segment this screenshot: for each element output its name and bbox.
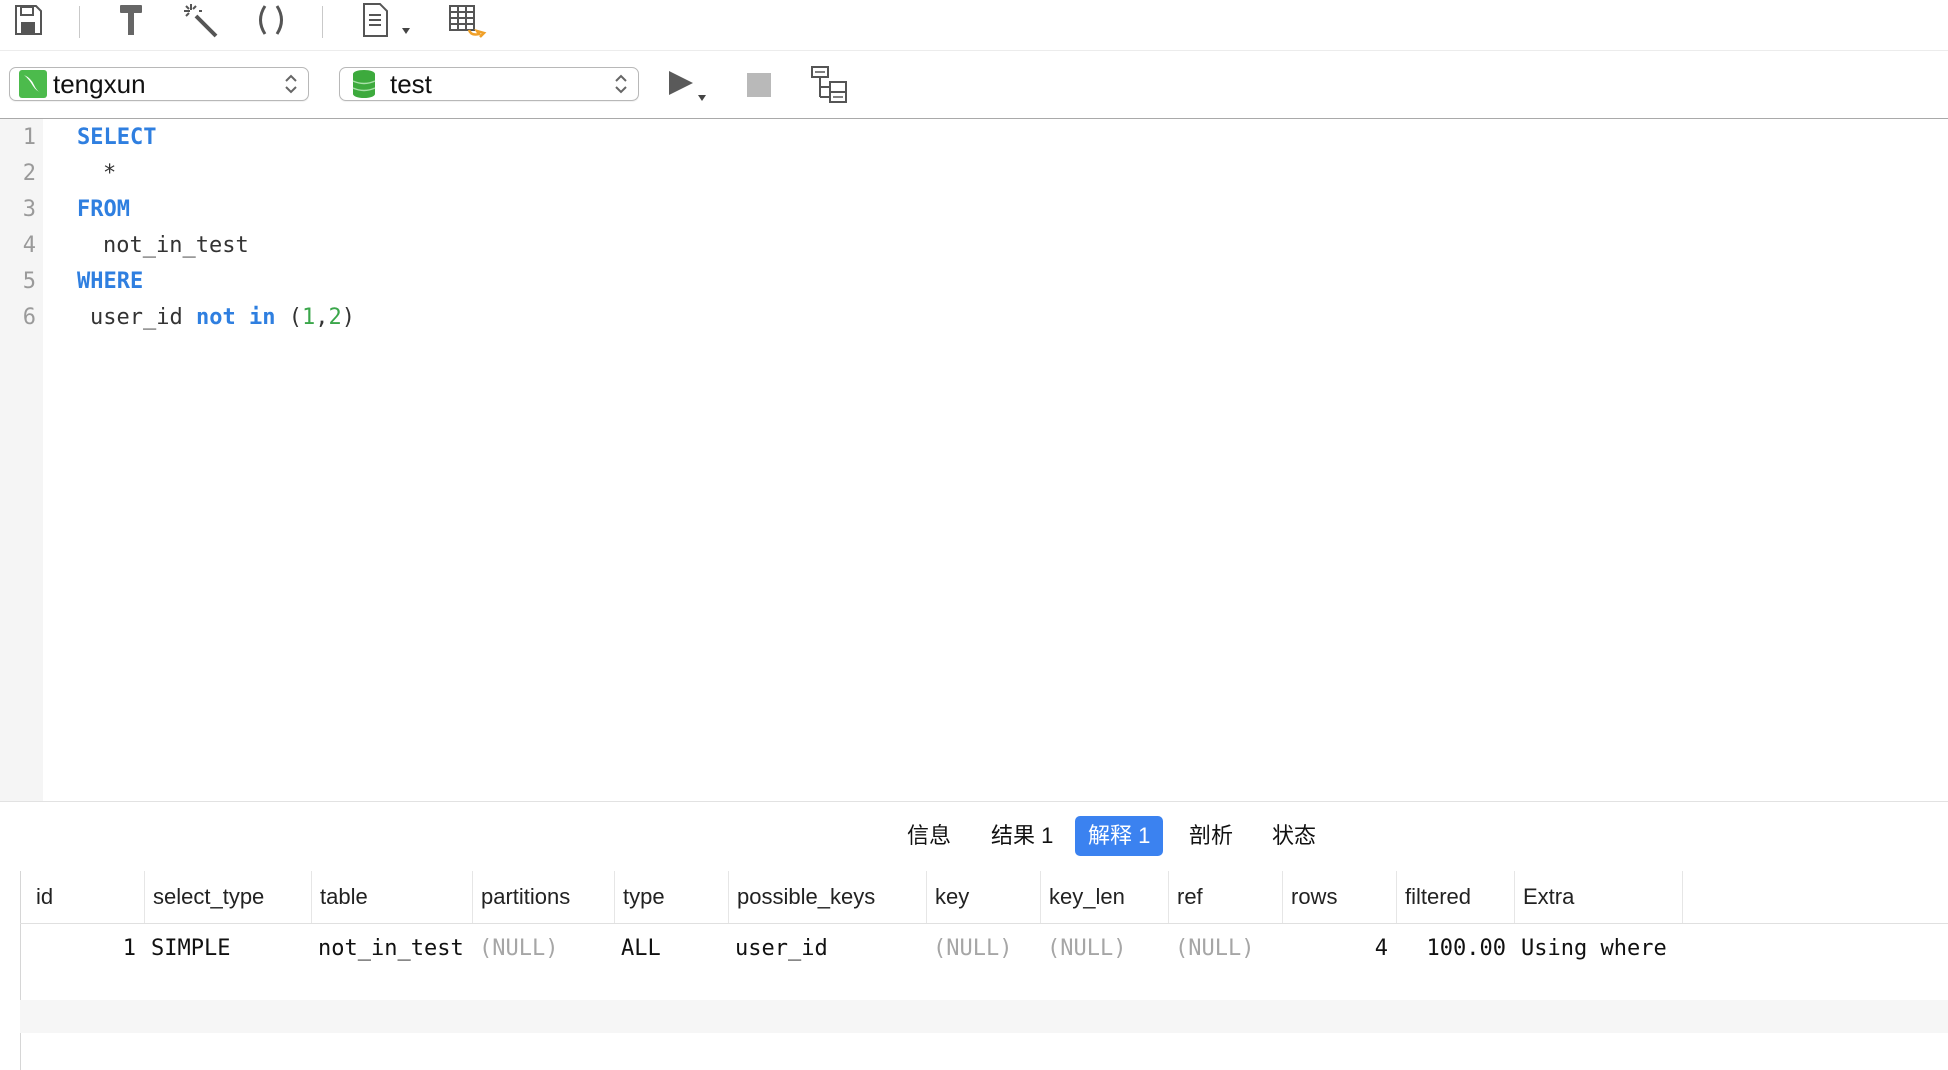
chevron-updown-icon (615, 74, 627, 94)
main-toolbar (0, 0, 1948, 51)
parentheses-icon[interactable] (254, 0, 288, 40)
sql-number: 2 (328, 305, 342, 330)
document-icon[interactable] (360, 0, 418, 40)
sql-number: 1 (301, 305, 316, 330)
code-line-2: * (103, 161, 116, 186)
line-number: 5 (22, 269, 36, 294)
sql-comma: , (315, 305, 329, 330)
chevron-updown-icon (285, 74, 297, 94)
column-header-spacer (1682, 871, 1692, 923)
code-line-5: WHERE (77, 269, 143, 294)
cell-possible-keys[interactable]: user_id (735, 924, 828, 974)
magic-wand-icon[interactable] (182, 0, 220, 40)
tab-info[interactable]: 信息 (894, 816, 964, 856)
run-button[interactable] (666, 69, 712, 103)
sql-editor[interactable]: 1 2 3 4 5 6 SELECT * FROM not_in_test WH… (0, 119, 1948, 801)
query-toolbar: tengxun test (0, 51, 1948, 119)
table-row[interactable]: 1 SIMPLE not_in_test (NULL) ALL user_id … (20, 924, 1948, 974)
cell-ref[interactable]: (NULL) (1175, 924, 1254, 974)
line-number: 3 (22, 197, 36, 222)
cell-extra[interactable]: Using where (1521, 924, 1667, 974)
column-header-filtered[interactable]: filtered (1396, 871, 1514, 923)
row-header-column (0, 871, 21, 1070)
code-line-4: not_in_test (103, 233, 249, 258)
cell-filtered[interactable]: 100.00 (1396, 924, 1506, 974)
tab-profile[interactable]: 剖析 (1176, 816, 1246, 856)
column-header-select-type[interactable]: select_type (144, 871, 311, 923)
line-number: 1 (22, 125, 36, 150)
column-header-rows[interactable]: rows (1282, 871, 1396, 923)
cell-type[interactable]: ALL (621, 924, 661, 974)
explain-tree-icon (811, 66, 847, 103)
cell-id[interactable]: 1 (20, 924, 136, 974)
tab-status[interactable]: 状态 (1259, 816, 1329, 856)
tab-explain-1[interactable]: 解释 1 (1075, 816, 1164, 856)
cell-partitions[interactable]: (NULL) (479, 924, 558, 974)
cell-select-type[interactable]: SIMPLE (151, 924, 230, 974)
code-line-3: FROM (77, 197, 130, 222)
mysql-connection-icon (19, 70, 47, 98)
column-header-partitions[interactable]: partitions (472, 871, 614, 923)
column-header-id[interactable]: id (28, 871, 144, 923)
result-tab-bar: 信息 结果 1 解释 1 剖析 状态 (0, 801, 1948, 872)
column-header-ref[interactable]: ref (1168, 871, 1282, 923)
sql-keyword: WHERE (77, 269, 144, 294)
sql-paren: ( (288, 305, 302, 330)
line-number: 6 (22, 305, 36, 330)
column-header-key-len[interactable]: key_len (1040, 871, 1168, 923)
column-header-table[interactable]: table (311, 871, 472, 923)
database-icon (352, 69, 376, 99)
column-header-extra[interactable]: Extra (1514, 871, 1682, 923)
code-line-1: SELECT (77, 125, 156, 150)
cell-key-len[interactable]: (NULL) (1047, 924, 1126, 974)
explain-button[interactable] (810, 65, 850, 105)
connection-select[interactable]: tengxun (9, 67, 309, 101)
sql-keyword: SELECT (77, 125, 157, 150)
sql-token: * (103, 161, 117, 186)
line-number-gutter: 1 2 3 4 5 6 (0, 119, 43, 801)
cell-rows[interactable]: 4 (1282, 924, 1388, 974)
beautify-hammer-icon[interactable] (114, 0, 148, 40)
grid-header-row: id select_type table partitions type pos… (20, 871, 1948, 924)
sql-keyword: not (195, 305, 236, 330)
sql-identifier: user_id (90, 305, 183, 330)
export-grid-icon[interactable] (447, 0, 487, 40)
column-header-key[interactable]: key (926, 871, 1040, 923)
column-header-possible-keys[interactable]: possible_keys (728, 871, 926, 923)
sql-keyword: FROM (77, 197, 130, 222)
empty-table-row (20, 1000, 1948, 1033)
code-line-6: user_id not in (1,2) (90, 305, 355, 330)
play-icon (669, 71, 706, 101)
stop-button[interactable] (746, 72, 772, 98)
database-name: test (390, 68, 432, 99)
save-icon[interactable] (10, 0, 46, 40)
connection-name: tengxun (53, 68, 146, 99)
line-number: 2 (22, 161, 36, 186)
toolbar-separator (79, 6, 80, 38)
stop-icon (747, 73, 771, 97)
cell-key[interactable]: (NULL) (933, 924, 1012, 974)
sql-keyword: in (248, 305, 276, 330)
column-header-type[interactable]: type (614, 871, 728, 923)
toolbar-separator (322, 6, 323, 38)
explain-result-grid: id select_type table partitions type pos… (0, 871, 1948, 1070)
cell-table[interactable]: not_in_test (318, 924, 464, 974)
sql-paren: ) (341, 305, 355, 330)
tab-result-1[interactable]: 结果 1 (978, 816, 1066, 856)
sql-identifier: not_in_test (103, 233, 249, 258)
line-number: 4 (22, 233, 36, 258)
database-select[interactable]: test (339, 67, 639, 101)
